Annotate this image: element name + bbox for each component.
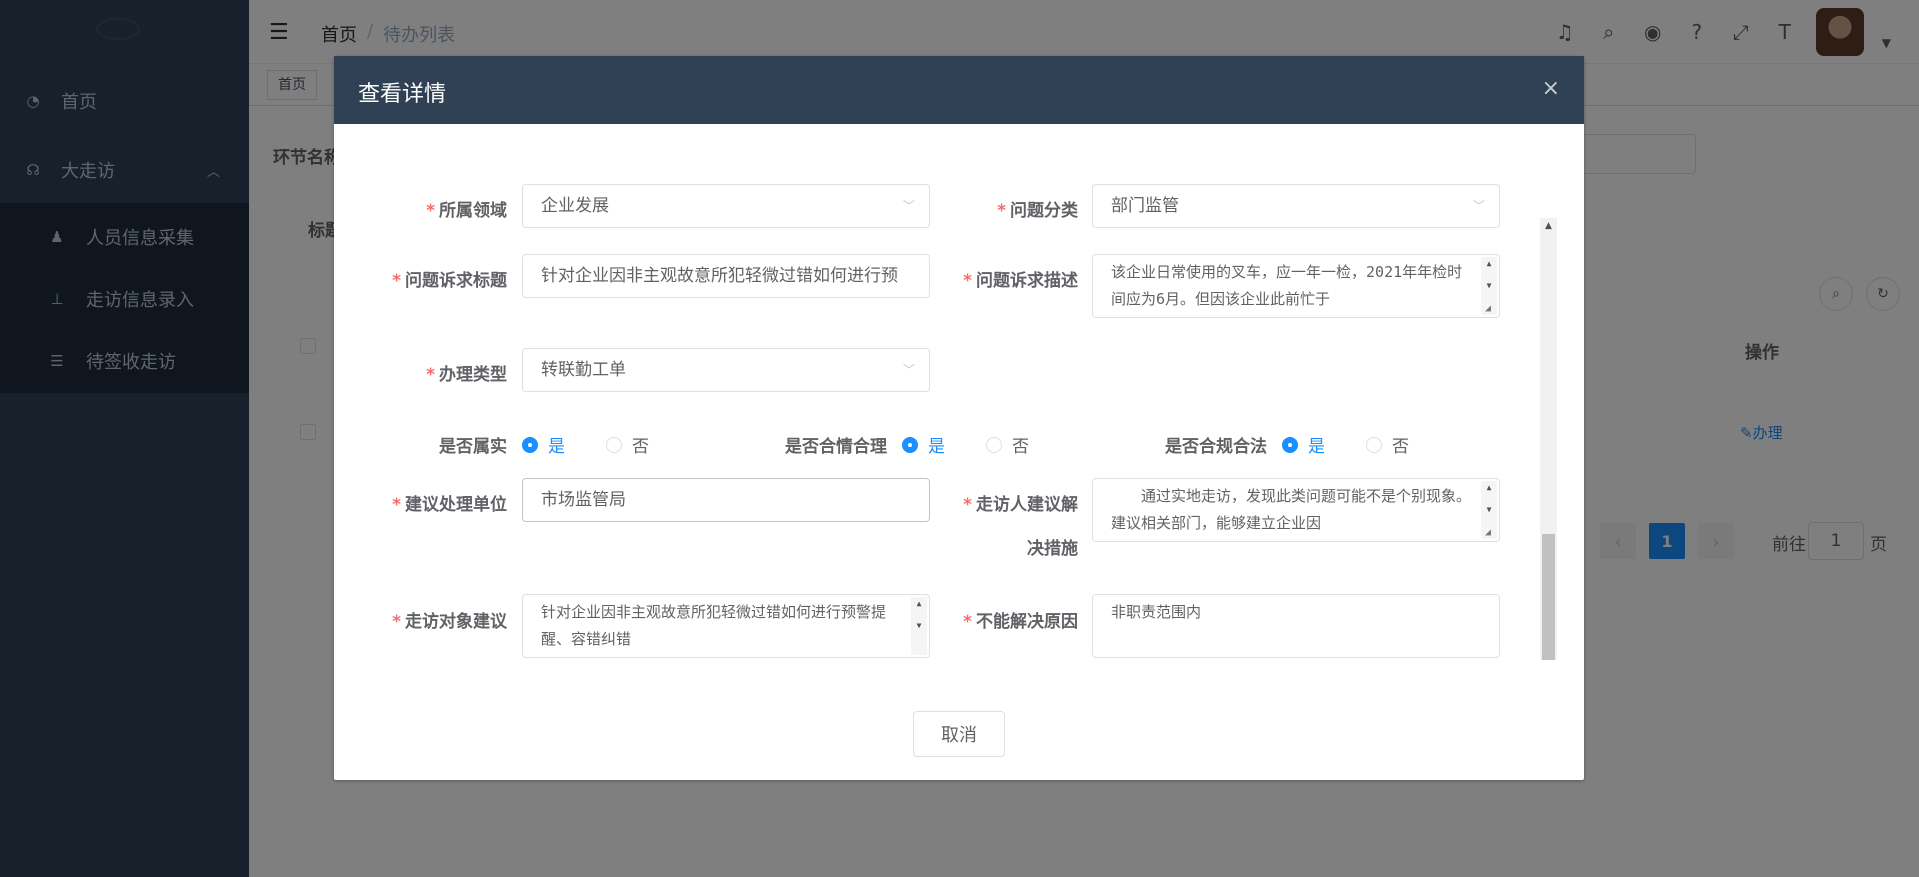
visitor-suggest-textarea[interactable]: 通过实地走访，发现此类问题可能不是个别现象。建议相关部门，能够建立企业因 ▲ ▼ … bbox=[1092, 478, 1500, 542]
resize-grip-icon[interactable]: ◢ bbox=[1485, 303, 1497, 315]
issue-title-input[interactable]: 针对企业因非主观故意所犯轻微过错如何进行预 bbox=[522, 254, 930, 298]
field-label-visitor-suggest: * 走访人建议解 bbox=[963, 495, 1078, 515]
radio-dot bbox=[522, 436, 538, 453]
field-label-domain: * 所属领域 bbox=[426, 201, 507, 221]
radio-is-true-yes[interactable]: 是 bbox=[522, 432, 565, 457]
radio-is-legal-yes[interactable]: 是 bbox=[1282, 432, 1325, 457]
radio-is-reasonable-no[interactable]: 否 bbox=[986, 432, 1029, 457]
field-label-suggest-unit: * 建议处理单位 bbox=[392, 495, 507, 515]
unresolved-reason-textarea[interactable]: 非职责范围内 bbox=[1092, 594, 1500, 658]
radio-is-legal-no[interactable]: 否 bbox=[1366, 432, 1409, 457]
dialog-footer: 取消 bbox=[334, 711, 1584, 757]
dialog-title: 查看详情 bbox=[358, 82, 447, 107]
field-label-is-reasonable: 是否合情合理 bbox=[785, 437, 887, 457]
cancel-button[interactable]: 取消 bbox=[913, 711, 1005, 757]
radio-dot bbox=[986, 436, 1002, 453]
issue-desc-text: 该企业日常使用的叉车，应一年一检，2021年年检时间应为6月。但因该企业此前忙于 bbox=[1111, 263, 1463, 308]
dialog-scrollbar[interactable]: ▲ ▼ bbox=[1540, 218, 1557, 660]
field-label-issue-title: * 问题诉求标题 bbox=[392, 271, 507, 291]
dialog-header: 查看详情 × bbox=[334, 56, 1584, 124]
detail-dialog: 查看详情 × * 所属领域 企业发展 ﹀ * 问题分类 部门监管 ﹀ * 问题诉求标题 针… bbox=[334, 56, 1584, 780]
field-label-category: * 问题分类 bbox=[997, 201, 1078, 221]
field-label-is-true: 是否属实 bbox=[439, 437, 507, 457]
radio-is-true-no[interactable]: 否 bbox=[606, 432, 649, 457]
handle-type-select[interactable]: 转联勤工单 ﹀ bbox=[522, 348, 930, 392]
close-icon[interactable]: × bbox=[1542, 76, 1560, 101]
field-label-is-legal: 是否合规合法 bbox=[1165, 437, 1267, 457]
visitor-suggest-text: 通过实地走访，发现此类问题可能不是个别现象。建议相关部门，能够建立企业因 bbox=[1111, 487, 1472, 532]
radio-dot bbox=[902, 436, 918, 453]
category-select[interactable]: 部门监管 ﹀ bbox=[1092, 184, 1500, 228]
resize-grip-icon[interactable]: ◢ bbox=[1485, 527, 1497, 539]
field-label-handle-type: * 办理类型 bbox=[426, 365, 507, 385]
chevron-down-icon: ﹀ bbox=[902, 199, 915, 213]
radio-is-reasonable-yes[interactable]: 是 bbox=[902, 432, 945, 457]
radio-dot bbox=[606, 436, 622, 453]
issue-desc-textarea[interactable]: 该企业日常使用的叉车，应一年一检，2021年年检时间应为6月。但因该企业此前忙于… bbox=[1092, 254, 1500, 318]
scrollbar-thumb[interactable] bbox=[1542, 534, 1555, 660]
chevron-down-icon: ﹀ bbox=[1472, 199, 1485, 213]
field-label-issue-desc: * 问题诉求描述 bbox=[963, 271, 1078, 291]
field-label-unresolved-reason: * 不能解决原因 bbox=[963, 612, 1078, 632]
textarea-scrollbar[interactable]: ▲ ▼ bbox=[911, 597, 927, 655]
field-label-target-suggest: * 走访对象建议 bbox=[392, 612, 507, 632]
radio-dot bbox=[1366, 436, 1382, 453]
radio-dot bbox=[1282, 436, 1298, 453]
field-label-visitor-suggest-line2: 决措施 bbox=[1027, 539, 1078, 559]
scroll-up-icon[interactable]: ▲ bbox=[1540, 218, 1557, 235]
dialog-body[interactable]: * 所属领域 企业发展 ﹀ * 问题分类 部门监管 ﹀ * 问题诉求标题 针对企业因非主观… bbox=[334, 160, 1584, 660]
chevron-down-icon: ﹀ bbox=[902, 363, 915, 377]
domain-select[interactable]: 企业发展 ﹀ bbox=[522, 184, 930, 228]
target-suggest-textarea[interactable]: 针对企业因非主观故意所犯轻微过错如何进行预警提醒、容错纠错 ▲ ▼ bbox=[522, 594, 930, 658]
target-suggest-text: 针对企业因非主观故意所犯轻微过错如何进行预警提醒、容错纠错 bbox=[541, 603, 887, 648]
suggest-unit-input[interactable]: 市场监管局 bbox=[522, 478, 930, 522]
